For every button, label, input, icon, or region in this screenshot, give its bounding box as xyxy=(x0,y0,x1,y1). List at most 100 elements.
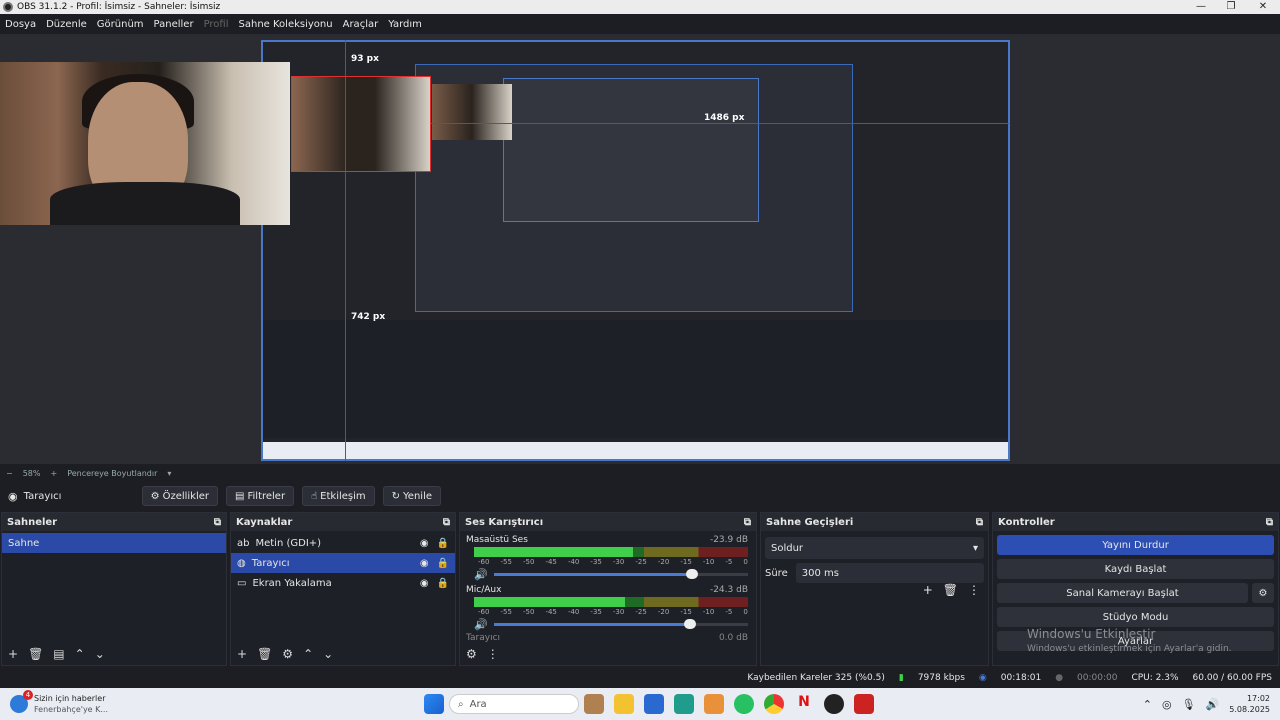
arrow-down-icon[interactable]: ⌄ xyxy=(323,647,333,661)
whatsapp-icon[interactable] xyxy=(734,694,754,714)
record-icon: ● xyxy=(1055,673,1064,683)
channel-name: Tarayıcı xyxy=(466,633,501,643)
windows-start-icon[interactable] xyxy=(424,694,444,714)
lock-icon[interactable]: 🔒 xyxy=(437,538,449,549)
clock[interactable]: 17:02 5.08.2025 xyxy=(1229,693,1270,715)
file-explorer-icon[interactable] xyxy=(614,694,634,714)
trash-icon[interactable]: 🗑 xyxy=(257,647,272,661)
text-icon: ab xyxy=(237,537,250,549)
minimize-button[interactable]: — xyxy=(1186,0,1216,14)
undock-icon[interactable]: ⧉ xyxy=(744,517,751,528)
advanced-audio-icon[interactable]: ⚙ xyxy=(466,647,477,661)
scale-tick: -30 xyxy=(612,558,625,566)
eye-icon[interactable]: ◉ xyxy=(420,578,429,589)
menu-dots-icon[interactable]: ⋮ xyxy=(968,583,980,597)
virtual-camera-settings-icon[interactable]: ⚙ xyxy=(1252,583,1274,603)
scene-item[interactable]: Sahne xyxy=(2,533,226,553)
properties-button[interactable]: ⚙ Özellikler xyxy=(141,486,219,506)
netflix-icon[interactable]: N xyxy=(794,694,814,714)
obs-icon[interactable] xyxy=(824,694,844,714)
taskbar-search[interactable]: ⌕ Ara xyxy=(449,694,579,714)
duration-input[interactable]: 300 ms xyxy=(795,563,984,583)
undock-icon[interactable]: ⧉ xyxy=(1266,517,1273,528)
menu-profil[interactable]: Profil xyxy=(204,19,229,30)
source-item[interactable]: ▭ Ekran Yakalama ◉ 🔒 xyxy=(231,573,455,593)
store-icon[interactable] xyxy=(644,694,664,714)
filter-icon[interactable]: ▤ xyxy=(53,647,64,661)
app-icon[interactable] xyxy=(854,694,874,714)
eye-icon[interactable]: ◉ xyxy=(420,538,429,549)
add-icon[interactable]: + xyxy=(237,647,247,661)
trash-icon[interactable]: 🗑 xyxy=(943,583,958,597)
source-item[interactable]: ab Metin (GDI+) ◉ 🔒 xyxy=(231,533,455,553)
menu-araclar[interactable]: Araçlar xyxy=(343,19,379,30)
webcam-source[interactable] xyxy=(0,62,290,225)
menu-paneller[interactable]: Paneller xyxy=(154,19,194,30)
refresh-button[interactable]: ↻ Yenile xyxy=(382,486,442,506)
eye-icon[interactable]: ◉ xyxy=(420,558,429,569)
network-icon[interactable]: ◎ xyxy=(1162,698,1172,711)
lock-icon[interactable]: 🔒 xyxy=(437,578,449,589)
mixer-channel: Masaüstü Ses -23.9 dB -60 -55 -50 -45 -40 -35 -3… xyxy=(460,535,756,581)
browser-source-selected[interactable] xyxy=(291,76,431,172)
volume-slider[interactable]: 🔊 xyxy=(474,617,748,631)
chrome-icon[interactable] xyxy=(764,694,784,714)
add-icon[interactable]: + xyxy=(8,647,18,661)
news-title: Sizin için haberler xyxy=(34,694,106,703)
menu-duzenle[interactable]: Düzenle xyxy=(46,19,87,30)
zoom-in-button[interactable]: + xyxy=(50,469,57,478)
mic-icon[interactable]: 🎙 xyxy=(1182,698,1196,711)
transition-select[interactable]: Soldur ▾ xyxy=(765,537,984,559)
studio-mode-button[interactable]: Stüdyo Modu xyxy=(997,607,1274,627)
start-recording-button[interactable]: Kaydı Başlat xyxy=(997,559,1274,579)
maximize-button[interactable]: ❐ xyxy=(1216,0,1246,14)
arrow-up-icon[interactable]: ⌃ xyxy=(75,647,85,661)
widget-icon[interactable] xyxy=(584,694,604,714)
speaker-icon[interactable]: 🔊 xyxy=(1206,698,1220,711)
fit-to-window-label[interactable]: Pencereye Boyutlandır xyxy=(67,469,157,478)
news-widget[interactable]: 4 Sizin için haberler Fenerbahçe'ye K... xyxy=(10,690,410,715)
menu-sahne-koleksiyonu[interactable]: Sahne Koleksiyonu xyxy=(239,19,333,30)
media-icon[interactable] xyxy=(704,694,724,714)
scale-tick: -20 xyxy=(657,608,670,616)
menu-dosya[interactable]: Dosya xyxy=(5,19,36,30)
selected-source-name: Tarayıcı xyxy=(23,490,62,502)
undock-icon[interactable]: ⧉ xyxy=(976,517,983,528)
speaker-icon[interactable]: 🔊 xyxy=(474,568,488,581)
trash-icon[interactable]: 🗑 xyxy=(28,647,43,661)
menu-dots-icon[interactable]: ⋮ xyxy=(487,647,499,661)
scale-tick: -35 xyxy=(590,608,602,616)
arrow-down-icon[interactable]: ⌄ xyxy=(95,647,105,661)
stop-streaming-button[interactable]: Yayını Durdur xyxy=(997,535,1274,555)
menu-gorunum[interactable]: Görünüm xyxy=(97,19,144,30)
sources-dock: Kaynaklar ⧉ ab Metin (GDI+) ◉ 🔒 ◍ Tarayıcı ◉ 🔒 … xyxy=(230,512,456,666)
add-icon[interactable]: + xyxy=(923,583,933,597)
scale-tick: -40 xyxy=(567,558,580,566)
gear-icon[interactable]: ⚙ xyxy=(282,647,293,661)
chevron-up-icon[interactable]: ⌃ xyxy=(1143,698,1152,711)
undock-icon[interactable]: ⧉ xyxy=(214,517,221,528)
source-item[interactable]: ◍ Tarayıcı ◉ 🔒 xyxy=(231,553,455,573)
interact-button[interactable]: ☝ Etkileşim xyxy=(302,486,375,506)
mixer-channel-partial: Tarayıcı 0.0 dB xyxy=(460,633,756,643)
arrow-up-icon[interactable]: ⌃ xyxy=(303,647,313,661)
zoom-out-button[interactable]: − xyxy=(6,469,13,478)
controls-dock: Kontroller ⧉ Yayını Durdur Kaydı Başlat S… xyxy=(992,512,1279,666)
lock-icon[interactable]: 🔒 xyxy=(437,558,449,569)
volume-slider[interactable]: 🔊 xyxy=(474,567,748,581)
channel-name: Masaüstü Ses xyxy=(466,535,528,545)
menu-yardim[interactable]: Yardım xyxy=(388,19,422,30)
speaker-icon[interactable]: 🔊 xyxy=(474,618,488,631)
scale-tick: -30 xyxy=(612,608,625,616)
close-button[interactable]: ✕ xyxy=(1248,0,1278,14)
filters-button[interactable]: ▤ Filtreler xyxy=(226,486,295,506)
undock-icon[interactable]: ⧉ xyxy=(443,517,450,528)
scenes-dock: Sahneler ⧉ Sahne + 🗑 ▤ ⌃ ⌄ xyxy=(1,512,227,666)
scale-tick: -10 xyxy=(702,558,715,566)
obs-logo-icon xyxy=(3,2,13,12)
start-virtual-camera-button[interactable]: Sanal Kamerayı Başlat xyxy=(997,583,1248,603)
edge-icon[interactable] xyxy=(674,694,694,714)
scale-tick: -15 xyxy=(680,558,692,566)
chevron-down-icon[interactable]: ▾ xyxy=(167,469,171,478)
globe-icon: ◉ xyxy=(8,489,18,503)
